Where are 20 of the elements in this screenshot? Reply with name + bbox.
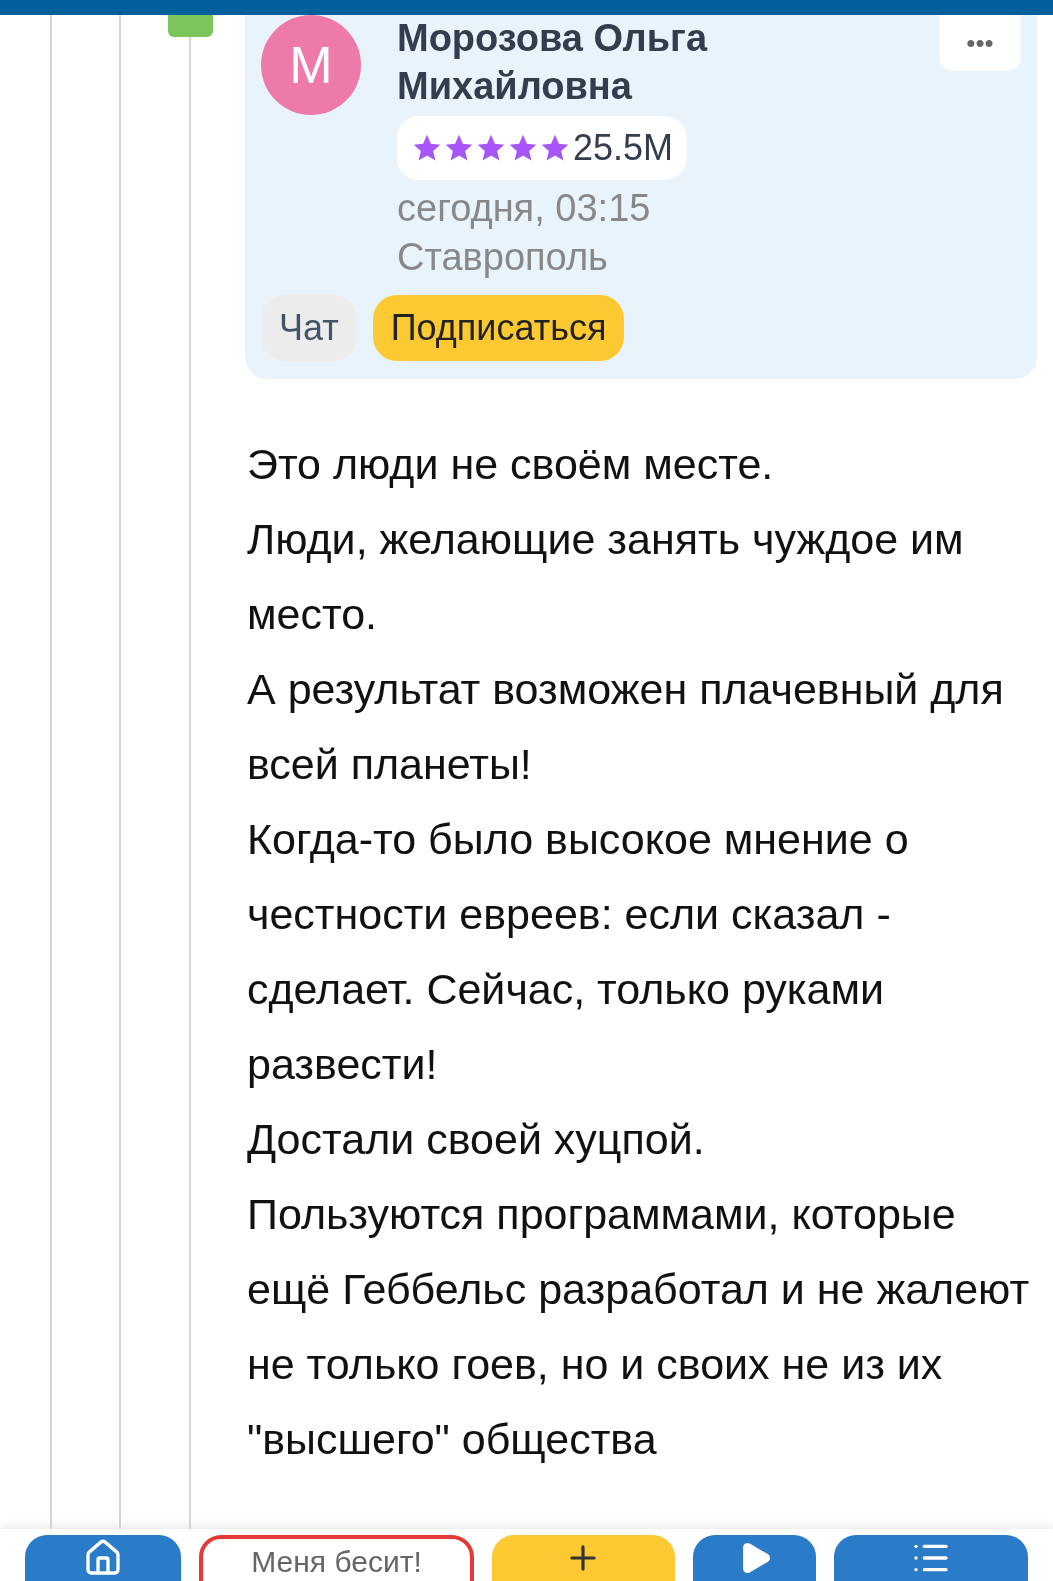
comment-text: Люди, желающие занять чуждое им место. [247, 513, 965, 640]
add-button[interactable] [491, 1535, 675, 1581]
comment-text: Это люди не своём месте. [247, 438, 775, 490]
more-button[interactable]: ••• [939, 15, 1021, 71]
comment-text: Пользуются программами, которые ещё Геббельс разработал и не жалеют не только гоев, но и своих не из их "высшего" общества [247, 1188, 1031, 1465]
reaction-button[interactable]: Меня бесит! [199, 1535, 474, 1581]
subscribe-button[interactable]: Подписаться [372, 294, 625, 361]
author-city: Ставрополь [397, 235, 608, 281]
avatar: М [261, 15, 361, 115]
home-button[interactable] [25, 1535, 182, 1581]
comment-text: Достали своей хуцпой. [247, 1113, 706, 1165]
play-button[interactable] [692, 1535, 817, 1581]
comment-text: Когда-то было высокое мнение о честности евреев: если сказал - сделает. Сейчас, только руками развести! [247, 813, 910, 1090]
thread-marker [168, 15, 213, 37]
author-name[interactable]: Морозова Ольга Михайловна [397, 15, 903, 110]
post-date: сегодня, 03:15 [397, 186, 651, 231]
rating-value: 25.5M [573, 126, 674, 170]
comment-text: А результат возможен плачевный для всей планеты! [247, 663, 1005, 790]
list-button[interactable] [834, 1535, 1028, 1581]
chat-button[interactable]: Чат [261, 294, 357, 361]
